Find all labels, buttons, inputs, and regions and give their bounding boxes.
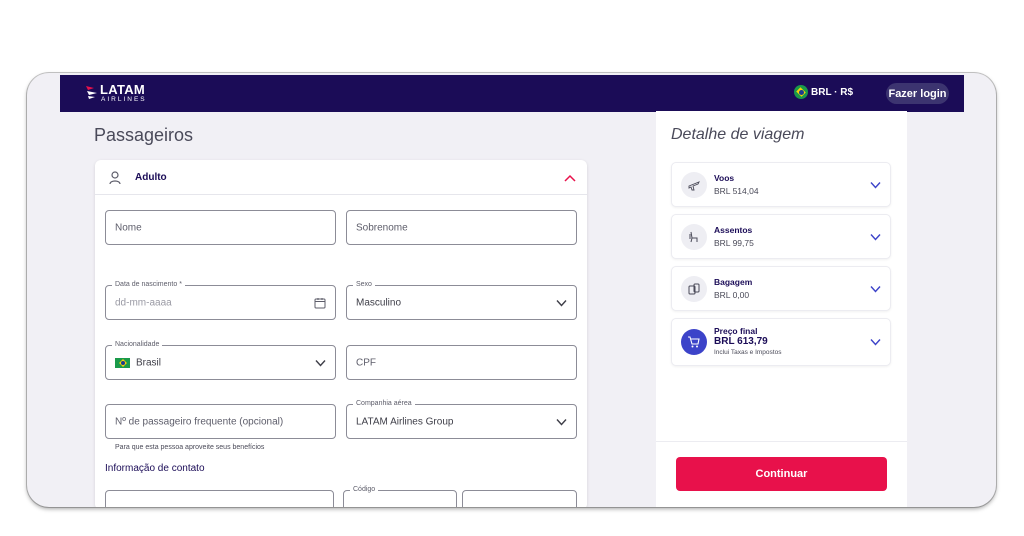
- luggage-summary[interactable]: Bagagem BRL 0,00: [671, 266, 891, 311]
- chevron-down-icon: [315, 359, 326, 366]
- chevron-up-icon[interactable]: [564, 174, 576, 182]
- seats-summary[interactable]: Assentos BRL 99,75: [671, 214, 891, 259]
- luggage-value: BRL 0,00: [714, 290, 750, 300]
- trip-detail-title: Detalhe de viagem: [671, 126, 805, 143]
- cpf-field[interactable]: CPF: [346, 345, 577, 380]
- birthdate-field[interactable]: Data de nascimento * dd-mm-aaaa: [105, 281, 336, 320]
- final-price-value: BRL 613,79: [714, 336, 768, 347]
- luggage-icon: [681, 275, 707, 302]
- airline-label: Companhia aérea: [353, 400, 415, 407]
- contact-field[interactable]: [105, 490, 334, 507]
- adult-section-header[interactable]: Adulto: [95, 160, 587, 195]
- seats-title: Assentos: [714, 225, 753, 235]
- first-name-field[interactable]: Nome: [105, 210, 336, 245]
- final-price-summary[interactable]: Preço final BRL 613,79 Inclui Taxas e Im…: [671, 318, 891, 366]
- flights-title: Voos: [714, 173, 735, 183]
- phone-code-select[interactable]: Código: [343, 486, 457, 507]
- phone-field[interactable]: [462, 490, 577, 507]
- nationality-select[interactable]: Nacionalidade Brasil: [105, 341, 336, 380]
- cpf-placeholder: CPF: [356, 357, 376, 368]
- luggage-title: Bagagem: [714, 277, 753, 287]
- flights-summary[interactable]: Voos BRL 514,04: [671, 162, 891, 207]
- logo-subtext: AIRLINES: [101, 96, 147, 103]
- currency-selector[interactable]: BRL · R$: [794, 85, 853, 99]
- chevron-down-icon: [556, 418, 567, 425]
- adult-label: Adulto: [135, 172, 167, 183]
- top-navbar: LATAM AIRLINES BRL · R$ Fazer login: [60, 75, 964, 112]
- panel-divider: [656, 441, 907, 442]
- first-name-placeholder: Nome: [115, 222, 142, 233]
- nationality-value: Brasil: [136, 357, 162, 368]
- birthdate-label: Data de nascimento *: [112, 281, 185, 288]
- frequent-flyer-hint: Para que esta pessoa aproveite seus bene…: [115, 444, 265, 451]
- seats-value: BRL 99,75: [714, 238, 754, 248]
- login-button[interactable]: Fazer login: [886, 83, 949, 104]
- sex-label: Sexo: [353, 281, 375, 288]
- flights-value: BRL 514,04: [714, 186, 759, 196]
- airline-value: LATAM Airlines Group: [356, 416, 454, 427]
- plane-icon: [681, 171, 707, 198]
- final-price-note: Inclui Taxas e Impostos: [714, 349, 782, 356]
- brazil-flag-icon: [115, 357, 130, 368]
- person-icon: [109, 171, 121, 185]
- sex-value: Masculino: [356, 297, 402, 308]
- airline-select[interactable]: Companhia aérea LATAM Airlines Group: [346, 400, 577, 439]
- final-price-title: Preço final: [714, 326, 758, 336]
- chevron-down-icon[interactable]: [870, 233, 881, 240]
- sex-select[interactable]: Sexo Masculino: [346, 281, 577, 320]
- chevron-down-icon: [556, 299, 567, 306]
- latam-logo-icon: [86, 86, 97, 99]
- birthdate-placeholder: dd-mm-aaaa: [115, 297, 172, 308]
- seat-icon: [681, 223, 707, 250]
- last-name-field[interactable]: Sobrenome: [346, 210, 577, 245]
- chevron-down-icon[interactable]: [870, 181, 881, 188]
- currency-label: BRL · R$: [811, 86, 854, 98]
- logo-wordmark: LATAM: [100, 82, 146, 97]
- nationality-label: Nacionalidade: [112, 341, 163, 348]
- cart-icon: [681, 329, 707, 355]
- frequent-flyer-field[interactable]: Nº de passageiro frequente (opcional): [105, 404, 336, 439]
- chevron-down-icon[interactable]: [870, 285, 881, 292]
- page-title: Passageiros: [94, 125, 194, 145]
- contact-section-title: Informação de contato: [105, 463, 205, 474]
- continue-button[interactable]: Continuar: [676, 457, 887, 491]
- chevron-down-icon[interactable]: [870, 339, 881, 346]
- browser-frame: LATAM AIRLINES BRL · R$ Fazer login Pass…: [27, 73, 996, 507]
- frequent-flyer-placeholder: Nº de passageiro frequente (opcional): [115, 416, 284, 427]
- calendar-icon[interactable]: [314, 297, 326, 309]
- last-name-placeholder: Sobrenome: [356, 222, 408, 233]
- latam-logo[interactable]: LATAM AIRLINES: [84, 81, 164, 107]
- brazil-flag-icon: [794, 85, 808, 99]
- code-label: Código: [350, 486, 379, 493]
